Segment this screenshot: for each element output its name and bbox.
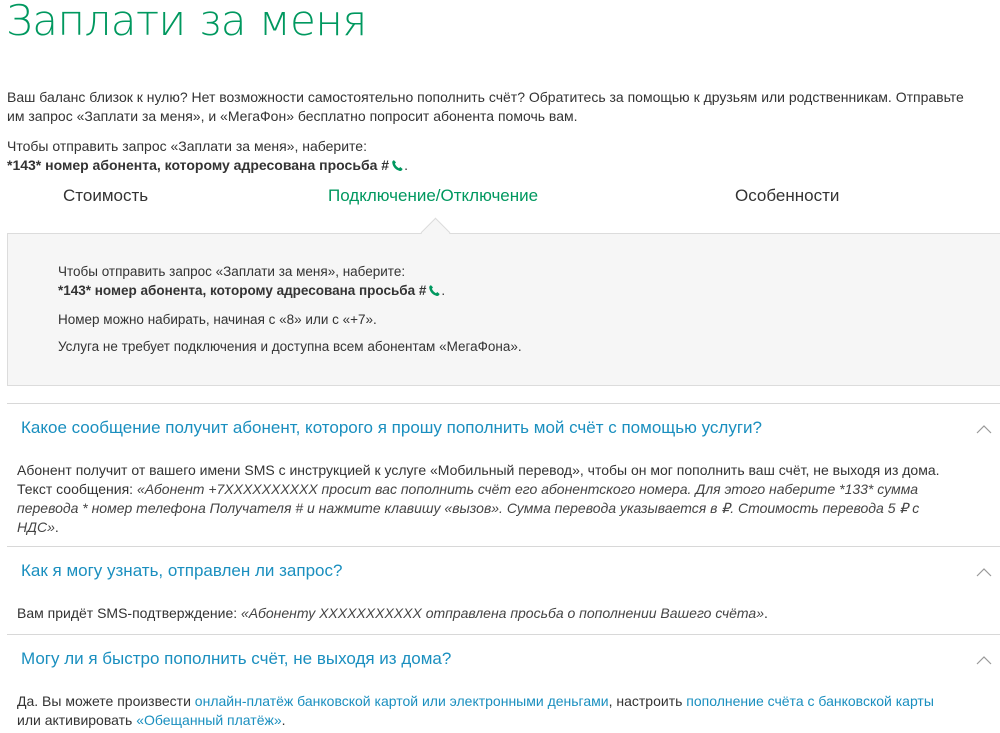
faq-item-request-status: Как я могу узнать, отправлен ли запрос? … [7,546,1000,635]
tab-cost[interactable]: Стоимость [63,186,148,206]
request-end: . [404,157,408,173]
request-label: Чтобы отправить запрос «Заплати за меня»… [7,138,367,154]
online-payment-link[interactable]: онлайн-платёж банковской картой или элек… [195,693,609,709]
faq-question[interactable]: Могу ли я быстро пополнить счёт, не выхо… [21,649,451,669]
intro-text: Ваш баланс близок к нулю? Нет возможност… [7,88,1000,126]
faq-item-message: Какое сообщение получит абонент, которог… [7,403,1000,547]
panel-line-3: Услуга не требует подключения и доступна… [58,339,522,354]
faq-answer-quote: «Абоненту XXXXXXXXXXX отправлена просьба… [241,605,765,621]
faq-answer: Вам придёт SMS-подтверждение: «Абоненту … [17,604,957,623]
promised-payment-link[interactable]: «Обещанный платёж» [136,712,281,728]
panel-code-end: . [441,283,446,298]
faq-item-topup: Могу ли я быстро пополнить счёт, не выхо… [7,634,1000,733]
panel-code-line: *143* номер абонента, которому адресован… [58,281,522,302]
panel-line-1: Чтобы отправить запрос «Заплати за меня»… [58,264,406,279]
card-topup-link[interactable]: пополнение счёта с банковской карты [686,693,934,709]
chevron-up-icon[interactable] [976,564,992,582]
faq-answer-text: или активировать [17,712,137,728]
panel-line-2: Номер можно набирать, начиная с «8» или … [58,312,377,327]
faq-answer-text: Вам придёт SMS-подтверждение: [17,605,242,621]
faq-question[interactable]: Какое сообщение получит абонент, которог… [21,418,762,438]
tab-features[interactable]: Особенности [735,186,839,206]
page-title: Заплати за меня [6,0,367,45]
faq-answer: Абонент получит от вашего имени SMS с ин… [17,461,957,537]
chevron-up-icon[interactable] [976,421,992,439]
phone-handset-icon [428,283,441,302]
service-tabs: Стоимость Подключение/Отключение Особенн… [0,186,1000,216]
tab-panel-content: Чтобы отправить запрос «Заплати за меня»… [58,262,522,364]
faq-answer-end: . [764,605,768,621]
intro-line-2: им запрос «Заплати за меня», и «МегаФон»… [7,108,578,124]
phone-handset-icon [391,158,404,177]
request-code: *143* номер абонента, которому адресован… [7,157,390,173]
request-code-line: *143* номер абонента, которому адресован… [7,156,408,177]
intro-line-1: Ваш баланс близок к нулю? Нет возможност… [7,89,964,105]
faq-answer: Да. Вы можете произвести онлайн-платёж б… [17,692,957,730]
faq-answer-end: . [281,712,286,728]
chevron-up-icon[interactable] [976,652,992,670]
faq-answer-end: . [54,519,59,535]
panel-code: *143* номер абонента, которому адресован… [58,283,427,298]
request-instructions: Чтобы отправить запрос «Заплати за меня»… [7,137,408,177]
faq-question[interactable]: Как я могу узнать, отправлен ли запрос? [21,561,342,581]
faq-answer-text: , настроить [608,693,687,709]
tab-connect[interactable]: Подключение/Отключение [328,186,538,206]
faq-answer-quote: «Абонент +7XXXXXXXXXX просит вас пополни… [17,481,920,535]
faq-answer-text: Да. Вы можете произвести [17,693,195,709]
